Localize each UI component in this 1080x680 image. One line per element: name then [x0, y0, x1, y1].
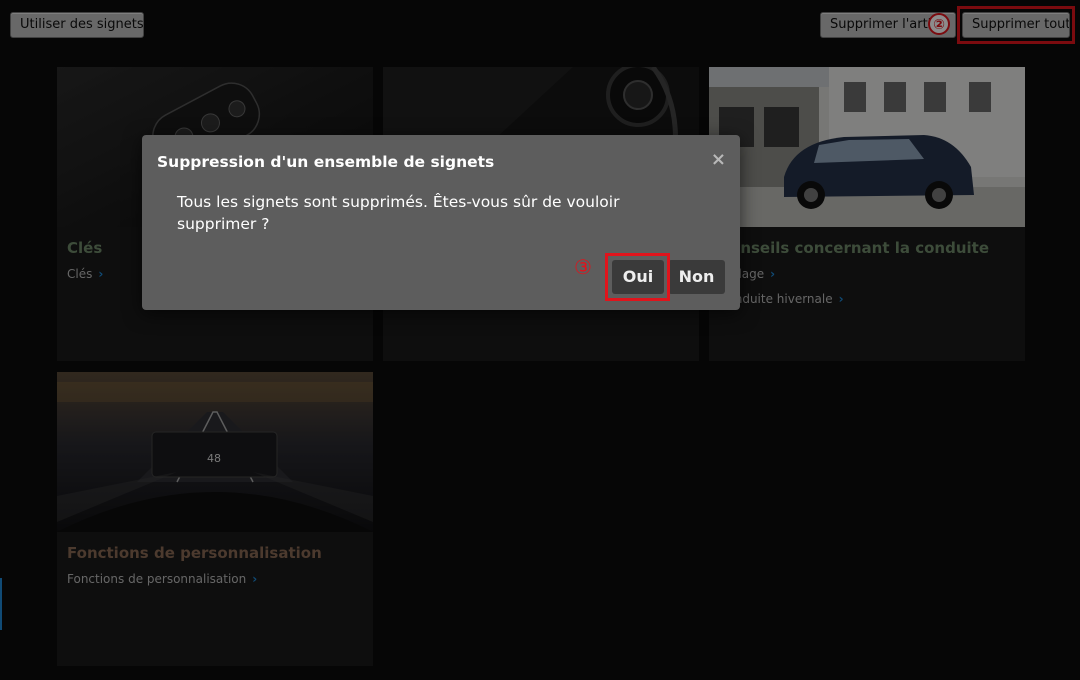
dialog-title: Suppression d'un ensemble de signets	[157, 153, 495, 171]
no-button[interactable]: Non	[668, 260, 725, 294]
delete-bookmarks-dialog: Suppression d'un ensemble de signets × T…	[142, 135, 740, 310]
step-3-badge: ③	[574, 255, 592, 279]
modal-overlay	[0, 0, 1080, 680]
yes-highlight	[605, 253, 670, 301]
dialog-message: Tous les signets sont supprimés. Êtes-vo…	[177, 193, 620, 233]
close-icon[interactable]: ×	[711, 149, 726, 170]
